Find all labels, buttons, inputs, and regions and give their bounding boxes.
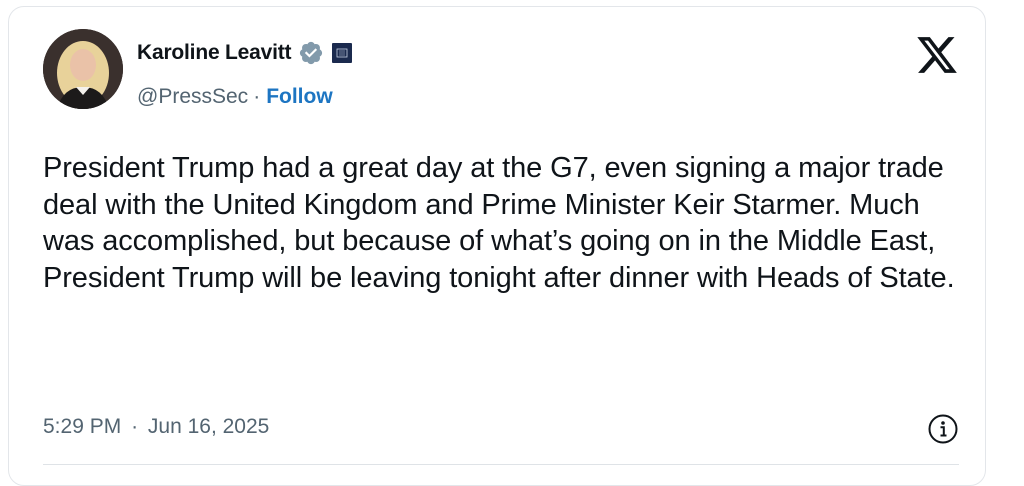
tweet-text: President Trump had a great day at the G…	[43, 152, 955, 294]
display-name[interactable]: Karoline Leavitt	[137, 41, 292, 65]
verified-badge-icon	[300, 41, 323, 65]
follow-button[interactable]: Follow	[266, 85, 333, 109]
info-icon[interactable]	[926, 412, 960, 446]
tweet-time: 5:29 PM	[43, 415, 122, 438]
tweet-date: Jun 16, 2025	[147, 415, 270, 438]
handle-separator: ·	[253, 85, 261, 108]
avatar[interactable]	[43, 29, 123, 109]
author-name-row: Karoline Leavitt	[137, 40, 353, 66]
handle-row: @PressSec · Follow	[137, 85, 333, 109]
timestamp-separator: ·	[131, 415, 139, 438]
avatar-image	[43, 29, 123, 109]
tweet-timestamp[interactable]: 5:29 PM · Jun 16, 2025	[43, 415, 269, 439]
government-affiliation-icon	[332, 43, 353, 63]
handle[interactable]: @PressSec	[137, 85, 248, 109]
divider	[43, 464, 959, 465]
x-logo-icon[interactable]	[915, 33, 959, 77]
tweet-card: Karoline Leavitt @PressSec · Follow Pres…	[8, 6, 986, 486]
